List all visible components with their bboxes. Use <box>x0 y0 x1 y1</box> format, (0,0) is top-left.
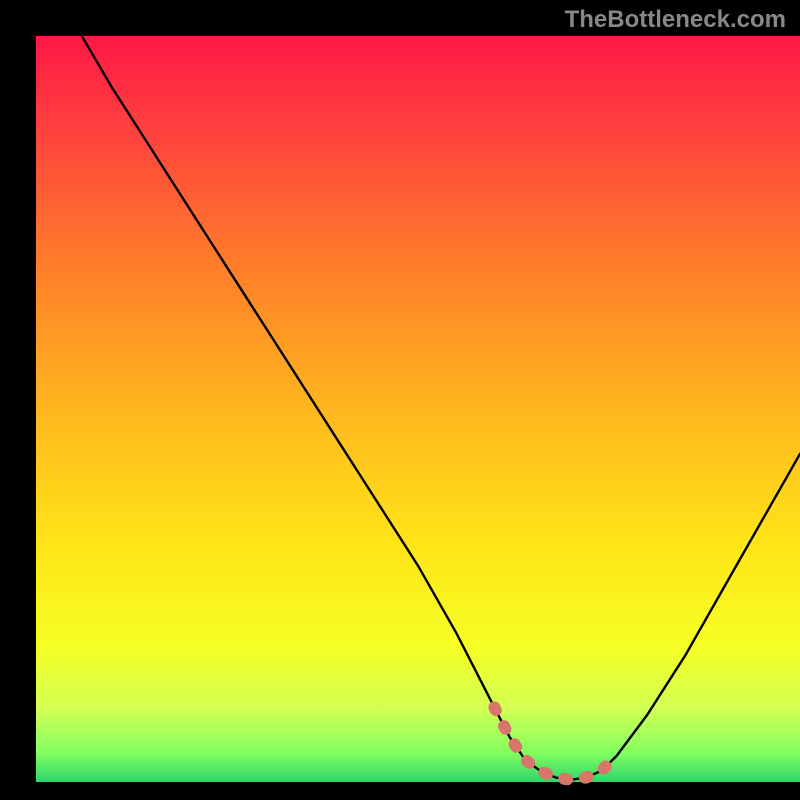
chart-container: TheBottleneck.com <box>0 0 800 800</box>
bottleneck-chart <box>0 0 800 800</box>
watermark: TheBottleneck.com <box>565 6 786 34</box>
